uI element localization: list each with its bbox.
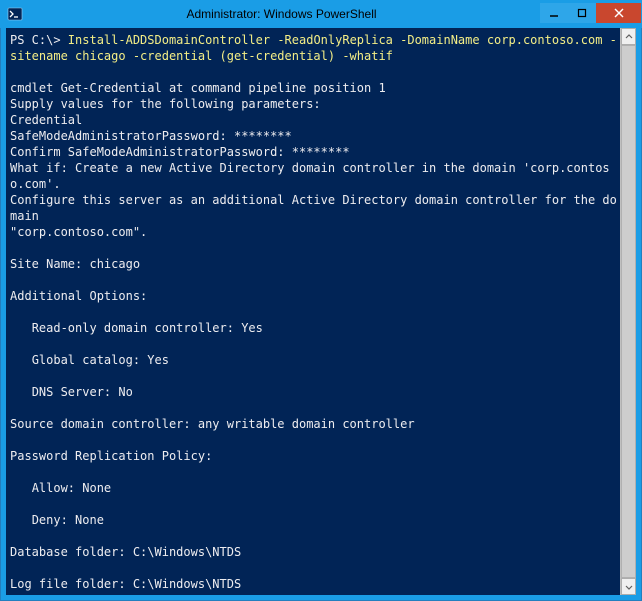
powershell-icon: [7, 6, 23, 22]
maximize-button[interactable]: [568, 3, 596, 23]
close-button[interactable]: [596, 3, 641, 23]
scroll-thumb[interactable]: [621, 45, 636, 578]
maximize-icon: [577, 8, 587, 18]
powershell-window: Administrator: Windows PowerShell PS C:\…: [0, 0, 642, 601]
client-area: PS C:\> Install-ADDSDomainController -Re…: [6, 28, 636, 595]
scroll-track[interactable]: [621, 45, 636, 578]
prompt: PS C:\>: [10, 33, 61, 47]
vertical-scrollbar[interactable]: [620, 28, 636, 595]
command-text: Install-ADDSDomainController -ReadOnlyRe…: [10, 33, 617, 63]
scroll-up-button[interactable]: [621, 28, 636, 45]
titlebar[interactable]: Administrator: Windows PowerShell: [0, 0, 642, 28]
minimize-button[interactable]: [540, 3, 568, 23]
close-icon: [613, 8, 625, 18]
chevron-up-icon: [625, 33, 633, 41]
window-controls: [540, 3, 641, 25]
terminal-output[interactable]: PS C:\> Install-ADDSDomainController -Re…: [6, 28, 620, 595]
chevron-down-icon: [625, 583, 633, 591]
terminal-body: cmdlet Get-Credential at command pipelin…: [10, 81, 617, 595]
minimize-icon: [549, 8, 559, 18]
window-title: Administrator: Windows PowerShell: [23, 7, 540, 21]
scroll-down-button[interactable]: [621, 578, 636, 595]
